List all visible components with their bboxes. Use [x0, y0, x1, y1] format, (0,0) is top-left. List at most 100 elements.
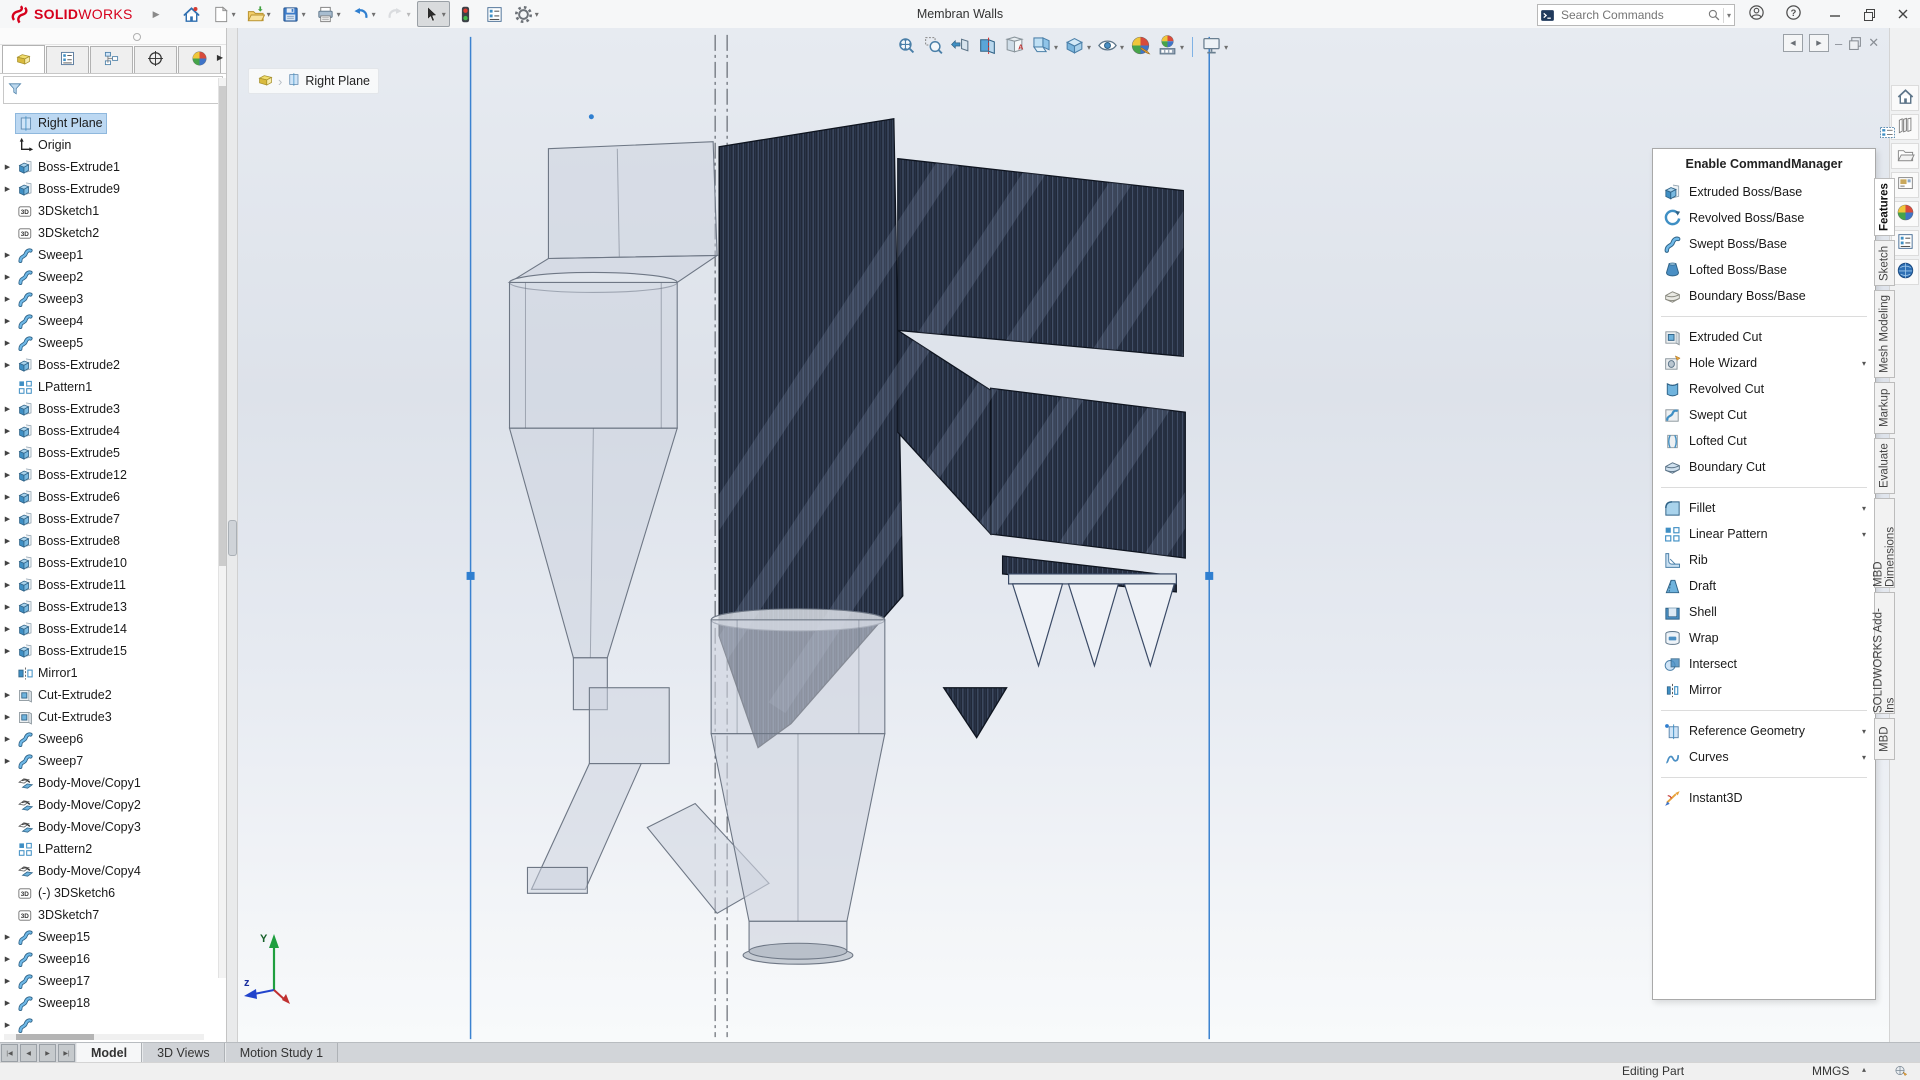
boundary-cut-command[interactable]: Boundary Cut: [1653, 454, 1875, 480]
expand-arrow-icon[interactable]: ▶: [0, 1021, 15, 1029]
dropdown-caret-icon[interactable]: ▾: [1862, 359, 1866, 368]
commandmanager-tab-mbd-dimensions[interactable]: MBD Dimensions: [1874, 498, 1895, 588]
task-pane-custom-properties-button[interactable]: [1891, 230, 1919, 256]
close-button[interactable]: [1886, 0, 1920, 28]
rebuild-button[interactable]: [452, 1, 479, 27]
expand-arrow-icon[interactable]: ▶: [0, 361, 15, 369]
open-caret-icon[interactable]: ▾: [267, 10, 271, 19]
task-pane-appearances-scenes-button[interactable]: [1891, 201, 1919, 227]
revolved-cut-command[interactable]: Revolved Cut: [1653, 376, 1875, 402]
view-orientation-caret-icon[interactable]: ▾: [1054, 43, 1058, 52]
expand-arrow-icon[interactable]: ▶: [0, 735, 15, 743]
tree-item[interactable]: ▶Boss-Extrude7: [0, 508, 218, 530]
tree-item[interactable]: ▶Boss-Extrude2: [0, 354, 218, 376]
tree-item[interactable]: Body-Move/Copy2: [0, 794, 218, 816]
revolved-boss-base-command[interactable]: Revolved Boss/Base: [1653, 205, 1875, 231]
tree-item[interactable]: ▶Sweep17: [0, 970, 218, 992]
tree-item[interactable]: ▶Boss-Extrude8: [0, 530, 218, 552]
splitter-handle[interactable]: [228, 520, 237, 556]
tree-item[interactable]: Origin: [0, 134, 218, 156]
zoom-to-fit-button[interactable]: [893, 34, 920, 60]
apply-scene-button[interactable]: ▾: [1154, 34, 1187, 60]
expand-arrow-icon[interactable]: ▶: [0, 647, 15, 655]
select-button[interactable]: ▾: [417, 1, 450, 27]
tree-horizontal-scrollbar[interactable]: [4, 1034, 204, 1040]
model-3d[interactable]: [238, 28, 1889, 1042]
fillet-command[interactable]: Fillet▾: [1653, 495, 1875, 521]
expand-arrow-icon[interactable]: ▶: [0, 537, 15, 545]
search-input[interactable]: [1559, 7, 1707, 23]
expand-arrow-icon[interactable]: ▶: [0, 559, 15, 567]
expand-arrow-icon[interactable]: ▶: [0, 603, 15, 611]
dropdown-caret-icon[interactable]: ▾: [1862, 504, 1866, 513]
scrollbar-thumb[interactable]: [16, 1034, 94, 1040]
tree-item[interactable]: LPattern1: [0, 376, 218, 398]
redo-button[interactable]: ▾: [382, 1, 415, 27]
tree-item[interactable]: LPattern2: [0, 838, 218, 860]
next-document-button[interactable]: ▶: [1809, 34, 1829, 52]
task-pane-view-palette-button[interactable]: [1891, 172, 1919, 198]
tree-item[interactable]: ▶Sweep7: [0, 750, 218, 772]
tab-featuremanager-tree[interactable]: [2, 45, 45, 73]
expand-arrow-icon[interactable]: ▶: [0, 427, 15, 435]
tree-item[interactable]: ▶Sweep6: [0, 728, 218, 750]
tree-item[interactable]: ▶Sweep1: [0, 244, 218, 266]
lofted-boss-base-command[interactable]: Lofted Boss/Base: [1653, 257, 1875, 283]
swept-cut-command[interactable]: Swept Cut: [1653, 402, 1875, 428]
account-button[interactable]: [1744, 3, 1768, 25]
commandmanager-tab-mesh-modeling[interactable]: Mesh Modeling: [1874, 290, 1895, 378]
expand-arrow-icon[interactable]: ▶: [0, 713, 15, 721]
expand-arrow-icon[interactable]: ▶: [0, 251, 15, 259]
graphics-viewport[interactable]: [238, 28, 1889, 1042]
options-button[interactable]: ▾: [510, 1, 543, 27]
expand-arrow-icon[interactable]: ▶: [0, 471, 15, 479]
minimize-button[interactable]: [1818, 0, 1852, 28]
plane-handle[interactable]: [1205, 572, 1213, 580]
tree-item[interactable]: Body-Move/Copy4: [0, 860, 218, 882]
units-caret-icon[interactable]: ▴: [1862, 1065, 1866, 1074]
undo-button[interactable]: ▾: [347, 1, 380, 27]
tree-item[interactable]: ▶Sweep18: [0, 992, 218, 1014]
tab-motion-study-1[interactable]: Motion Study 1: [225, 1043, 338, 1063]
menu-expand-arrow-icon[interactable]: ▶: [153, 9, 160, 20]
hide-show-items-button[interactable]: ▾: [1094, 34, 1127, 60]
rib-command[interactable]: Rib: [1653, 547, 1875, 573]
dropdown-caret-icon[interactable]: ▾: [1862, 753, 1866, 762]
expand-arrow-icon[interactable]: ▶: [0, 691, 15, 699]
breadcrumb-label[interactable]: Right Plane: [305, 74, 370, 88]
tree-item[interactable]: Right Plane: [0, 112, 218, 134]
annotation-views-button[interactable]: A: [1001, 34, 1028, 60]
tree-item[interactable]: Body-Move/Copy1: [0, 772, 218, 794]
zoom-to-area-button[interactable]: [920, 34, 947, 60]
tree-item[interactable]: ▶Boss-Extrude9: [0, 178, 218, 200]
tree-item[interactable]: ▶Boss-Extrude3: [0, 398, 218, 420]
small-hoppers[interactable]: [1009, 574, 1177, 666]
tree-vertical-scrollbar[interactable]: [218, 78, 226, 978]
tree-item[interactable]: ▶Sweep5: [0, 332, 218, 354]
expand-arrow-icon[interactable]: ▶: [0, 581, 15, 589]
tab-model[interactable]: Model: [76, 1043, 142, 1063]
panel-grip[interactable]: [0, 28, 226, 45]
expand-arrow-icon[interactable]: ▶: [0, 163, 15, 171]
panel-splitter[interactable]: [227, 28, 238, 1042]
tree-item[interactable]: ▶Sweep4: [0, 310, 218, 332]
tab-displaymanager[interactable]: [178, 46, 221, 73]
draft-command[interactable]: Draft: [1653, 573, 1875, 599]
hole-wizard-command[interactable]: Hole Wizard▾: [1653, 350, 1875, 376]
intersect-command[interactable]: Intersect: [1653, 651, 1875, 677]
save-caret-icon[interactable]: ▾: [302, 10, 306, 19]
commandmanager-dock-icon[interactable]: [1879, 124, 1896, 144]
commandmanager-tab-sketch[interactable]: Sketch: [1874, 240, 1895, 286]
section-view-button[interactable]: [974, 34, 1001, 60]
previous-document-button[interactable]: ◀: [1783, 34, 1803, 52]
doc-restore-button[interactable]: [1848, 36, 1862, 50]
tree-item[interactable]: ▶: [0, 1014, 218, 1036]
expand-arrow-icon[interactable]: ▶: [0, 625, 15, 633]
units-selector[interactable]: MMGS: [1812, 1064, 1849, 1078]
print-caret-icon[interactable]: ▾: [337, 10, 341, 19]
home-button[interactable]: [178, 1, 205, 27]
tree-item[interactable]: ▶Boss-Extrude12: [0, 464, 218, 486]
shell-command[interactable]: Shell: [1653, 599, 1875, 625]
display-style-button[interactable]: ▾: [1061, 34, 1094, 60]
undo-caret-icon[interactable]: ▾: [372, 10, 376, 19]
